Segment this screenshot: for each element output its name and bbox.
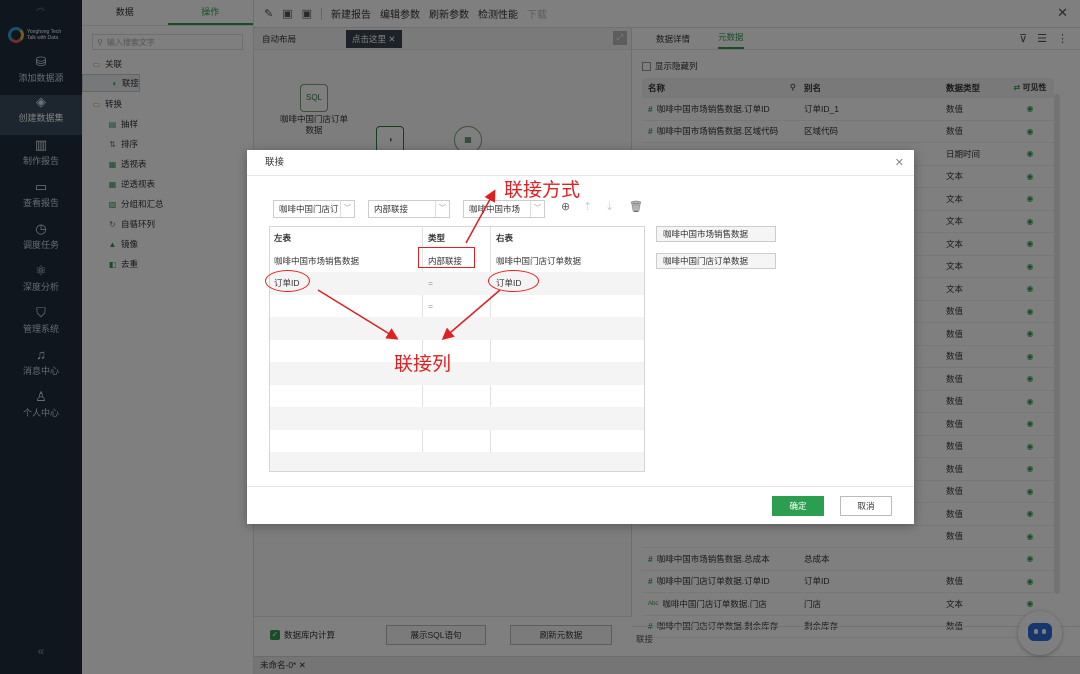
dialog-title: 联接 [265,157,285,168]
right-column-highlight [488,270,539,292]
join-type-select[interactable]: 内部联接 ﹀ [368,200,450,218]
chevron-down-icon: ﹀ [435,201,449,217]
ok-button[interactable]: 确定 [772,496,824,516]
right-table-select[interactable]: 咖啡中国市场 ﹀ [463,200,545,218]
table-row[interactable]: = [270,295,644,318]
table-row[interactable]: 订单ID = 订单ID [270,272,644,295]
move-up-icon[interactable]: ⇡ [583,200,592,213]
left-column-highlight [265,270,310,292]
table-button-market-sales[interactable]: 咖啡中国市场销售数据 [656,226,776,242]
join-column-annotation: 联接列 [394,353,452,375]
delete-icon[interactable]: 🗑 [629,200,643,213]
left-table-select[interactable]: 咖啡中国门店订 ﹀ [273,200,355,218]
chevron-down-icon: ﹀ [530,201,544,217]
close-icon[interactable]: ✕ [895,150,904,176]
move-down-icon[interactable]: ⇣ [605,200,614,213]
cancel-button[interactable]: 取消 [840,496,892,516]
chevron-down-icon: ﹀ [340,201,354,217]
join-dialog: 联接 ✕ 咖啡中国门店订 ﹀ 内部联接 ﹀ 咖啡中国市场 ﹀ ⊕ ⇡ ⇣ 🗑 左表 类型… [247,150,914,524]
table-button-store-orders[interactable]: 咖啡中国门店订单数据 [656,253,776,269]
join-method-annotation: 联接方式 [504,179,581,201]
join-type-highlight [418,247,475,268]
